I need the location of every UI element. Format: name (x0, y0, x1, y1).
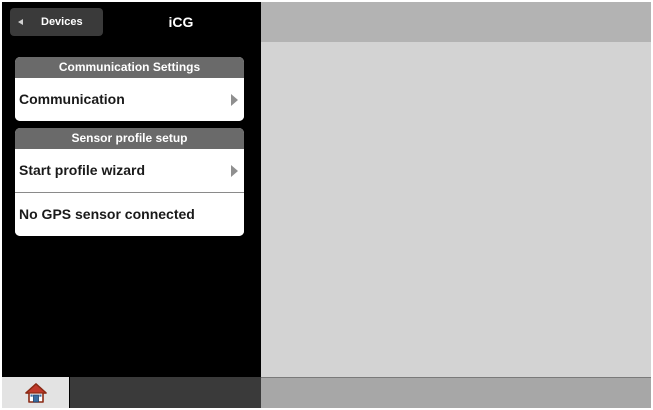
top-bar: Devices iCG (2, 2, 261, 42)
bottom-bar (2, 377, 261, 408)
home-icon (24, 382, 47, 403)
home-button[interactable] (2, 377, 69, 408)
page-title: iCG (168, 14, 194, 30)
right-panel-content (261, 42, 651, 377)
back-button-label: Devices (41, 16, 83, 28)
start-profile-wizard-row[interactable]: Start profile wizard (15, 149, 244, 192)
gps-status-row: No GPS sensor connected (15, 192, 244, 236)
back-arrow-icon (18, 19, 23, 25)
group-header-sensor-profile-setup: Sensor profile setup (15, 128, 244, 149)
left-panel: Devices iCG Communication Settings Commu… (2, 2, 261, 408)
right-panel-header (261, 2, 651, 42)
group-header-communication-settings: Communication Settings (15, 57, 244, 78)
communication-row[interactable]: Communication (15, 78, 244, 121)
app-window: Devices iCG Communication Settings Commu… (2, 2, 651, 408)
chevron-right-icon (231, 165, 238, 177)
communication-settings-group: Communication Settings Communication (15, 57, 244, 121)
chevron-right-icon (231, 94, 238, 106)
communication-row-label: Communication (19, 91, 125, 107)
right-panel-footer (261, 377, 651, 408)
bottom-bar-empty (70, 377, 261, 408)
devices-back-button[interactable]: Devices (10, 8, 103, 36)
gps-status-label: No GPS sensor connected (19, 206, 195, 222)
start-profile-wizard-label: Start profile wizard (19, 162, 146, 178)
sensor-profile-setup-group: Sensor profile setup Start profile wizar… (15, 128, 244, 236)
